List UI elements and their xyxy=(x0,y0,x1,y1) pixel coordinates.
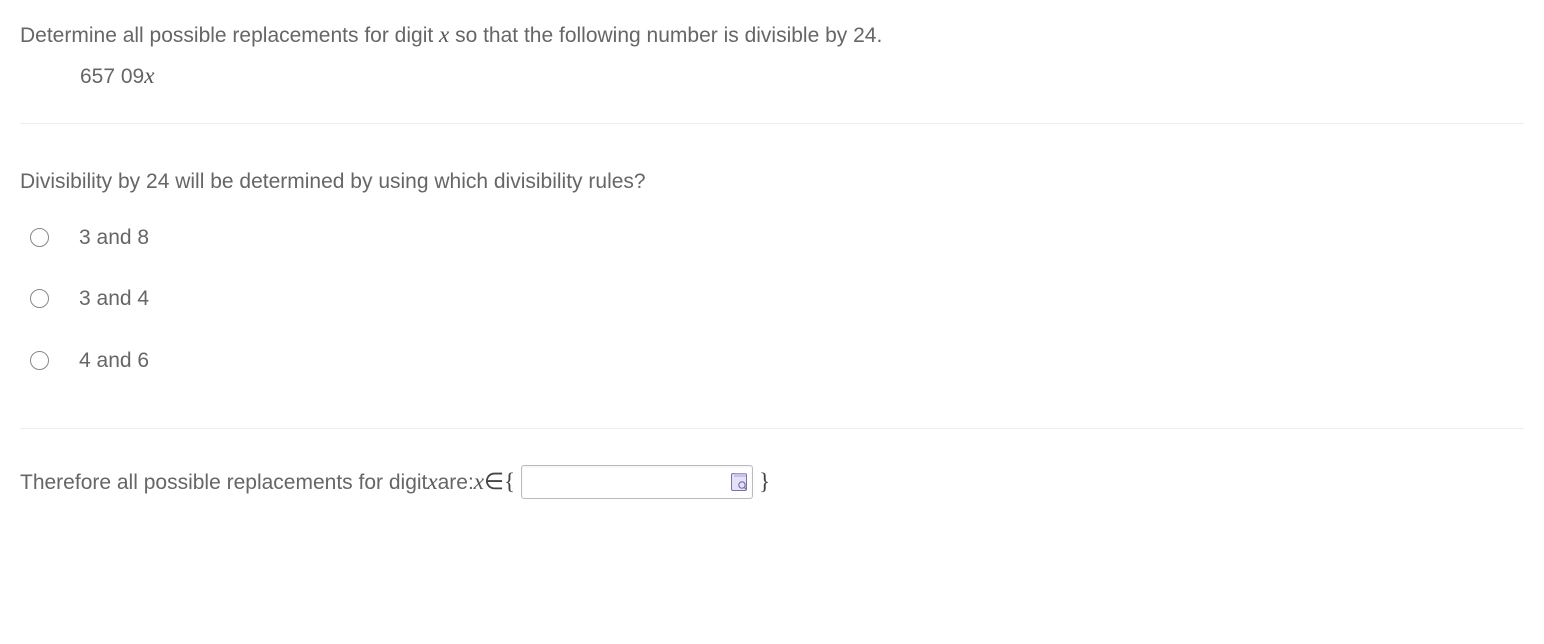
answer-section: Therefore all possible replacements for … xyxy=(20,429,1524,500)
problem-number-variable: x xyxy=(144,63,154,88)
answer-input[interactable] xyxy=(521,465,753,499)
question-section: Divisibility by 24 will be determined by… xyxy=(20,124,1524,428)
radio-icon[interactable] xyxy=(30,228,49,247)
problem-number: 657 09x xyxy=(20,59,1524,94)
answer-element-of: ∈{ xyxy=(484,465,515,500)
problem-number-prefix: 657 09 xyxy=(80,65,144,88)
option-row-2[interactable]: 3 and 4 xyxy=(20,283,1524,315)
answer-close-brace: } xyxy=(759,465,770,500)
option-row-1[interactable]: 3 and 8 xyxy=(20,222,1524,254)
answer-mid: are: xyxy=(438,467,474,499)
problem-variable: x xyxy=(439,22,449,47)
formula-editor-icon[interactable] xyxy=(730,472,748,492)
option-label: 4 and 6 xyxy=(79,345,149,377)
option-row-3[interactable]: 4 and 6 xyxy=(20,345,1524,377)
problem-container: Determine all possible replacements for … xyxy=(0,0,1544,500)
answer-variable: x xyxy=(427,465,437,500)
problem-prompt-pre: Determine all possible replacements for … xyxy=(20,24,439,47)
option-label: 3 and 4 xyxy=(79,283,149,315)
answer-pre: Therefore all possible replacements for … xyxy=(20,467,427,499)
problem-statement: Determine all possible replacements for … xyxy=(20,18,1524,53)
option-label: 3 and 8 xyxy=(79,222,149,254)
problem-prompt-post: so that the following number is divisibl… xyxy=(449,24,882,47)
radio-icon[interactable] xyxy=(30,289,49,308)
question-text: Divisibility by 24 will be determined by… xyxy=(20,166,1524,198)
answer-set-variable: x xyxy=(474,465,484,500)
radio-icon[interactable] xyxy=(30,351,49,370)
